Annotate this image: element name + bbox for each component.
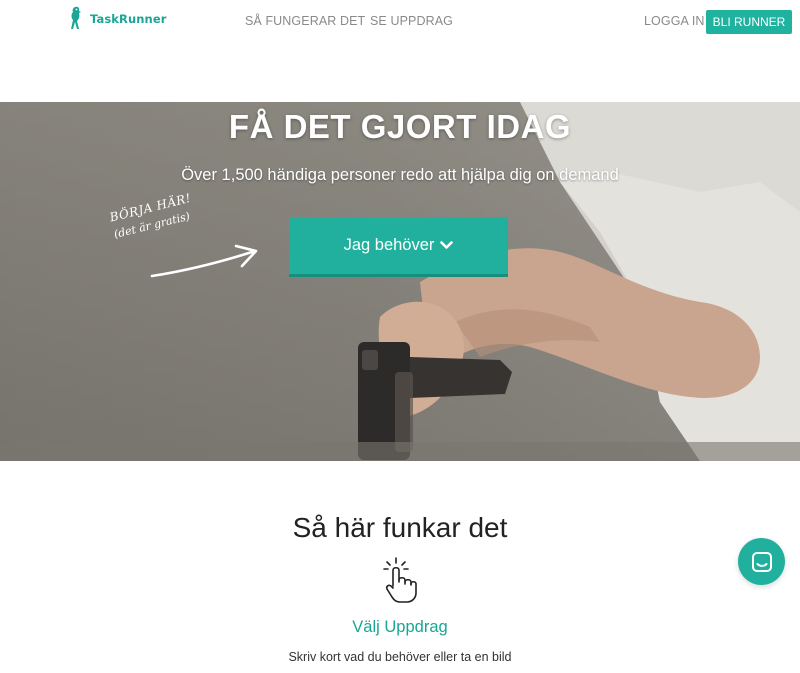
how-it-works-title: Så här funkar det bbox=[292, 512, 508, 543]
chat-launcher-button[interactable] bbox=[738, 538, 785, 585]
hero-background-image bbox=[0, 102, 800, 461]
step-title: Välj Uppdrag bbox=[352, 618, 448, 636]
i-need-button[interactable]: Jag behöver bbox=[289, 217, 508, 277]
site-header: TaskRunner SÅ FUNGERAR DET SE UPPDRAG LO… bbox=[0, 0, 800, 44]
logo-link[interactable]: TaskRunner bbox=[68, 4, 167, 34]
nav-how-it-works[interactable]: SÅ FUNGERAR DET bbox=[245, 14, 365, 28]
hero-subtitle: Över 1,500 händiga personer redo att hjä… bbox=[181, 166, 619, 184]
logo-text: TaskRunner bbox=[90, 12, 167, 26]
nav-see-jobs[interactable]: SE UPPDRAG bbox=[370, 14, 453, 28]
hero-title: FÅ DET GJORT IDAG bbox=[228, 108, 572, 145]
logo-bird-icon bbox=[71, 6, 81, 30]
chat-icon bbox=[751, 551, 772, 572]
hand-pointer-icon bbox=[383, 557, 417, 603]
chevron-down-icon bbox=[440, 236, 454, 255]
nav-login[interactable]: LOGGA IN bbox=[644, 14, 705, 28]
become-runner-button[interactable]: BLI RUNNER bbox=[706, 10, 792, 34]
hero-section: FÅ DET GJORT IDAG Över 1,500 händiga per… bbox=[0, 102, 800, 461]
step-description: Skriv kort vad du behöver eller ta en bi… bbox=[288, 650, 512, 664]
hand-drawn-arrow-icon bbox=[150, 244, 258, 278]
i-need-button-label: Jag behöver bbox=[343, 236, 435, 254]
